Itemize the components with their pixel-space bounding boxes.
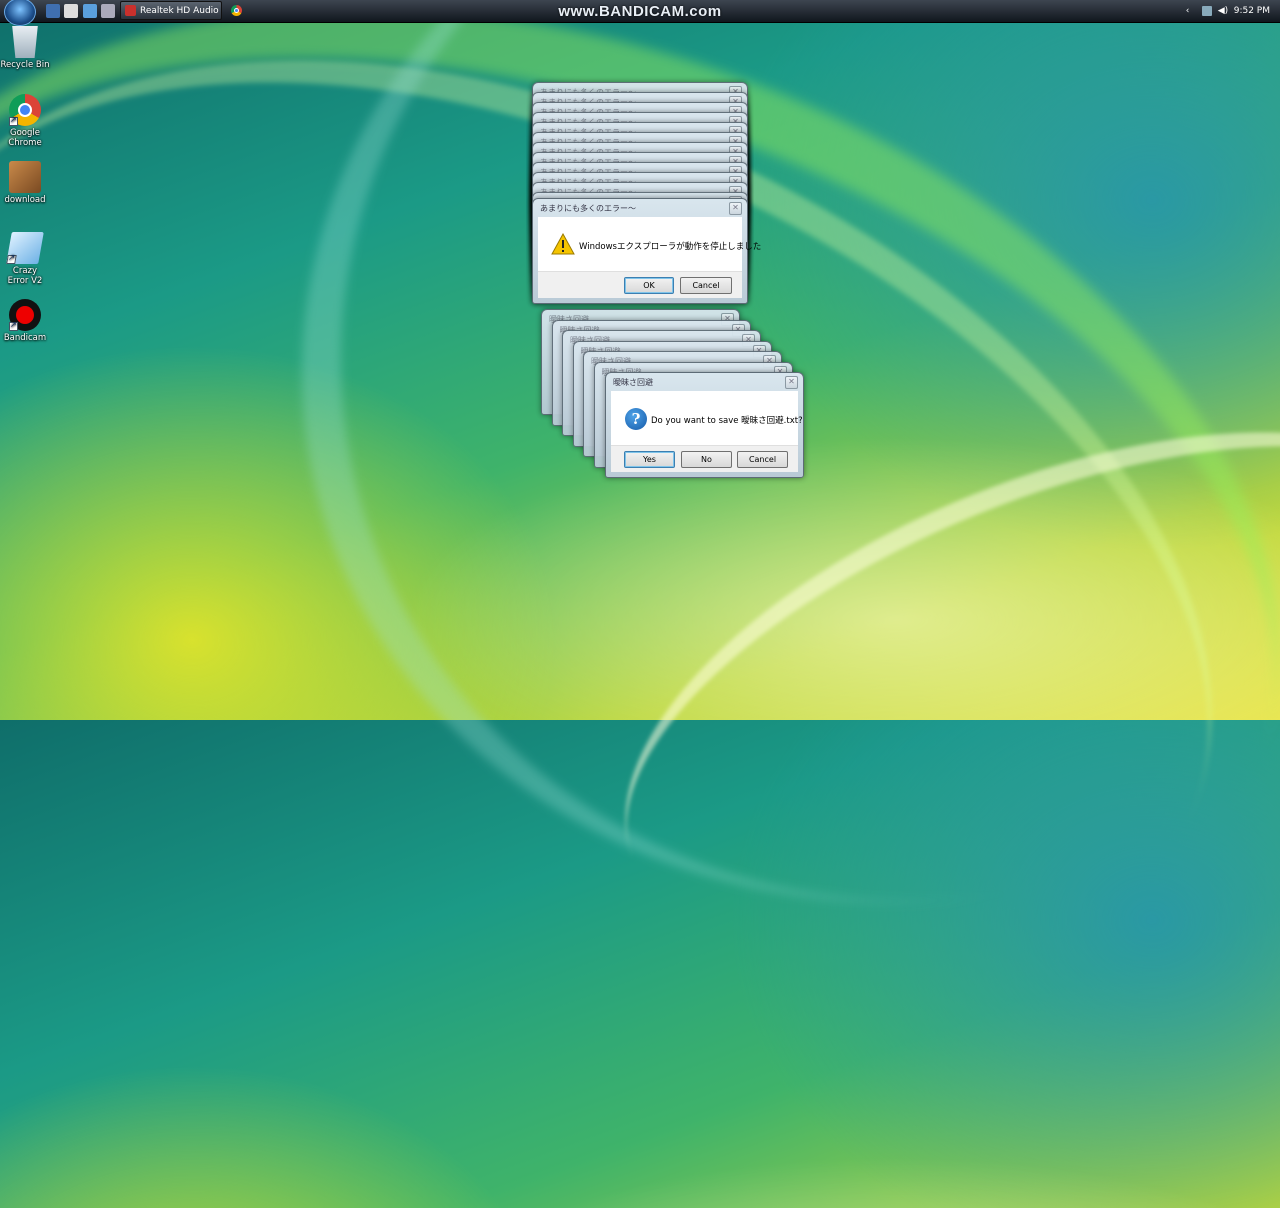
dialog-message: Windowsエクスプローラが動作を停止しました: [579, 242, 762, 252]
title-bar[interactable]: 曖昧さ回避 ✕: [606, 373, 803, 391]
image-file-icon: [9, 161, 41, 193]
error-dialog: あまりにも多くのエラー〜 ✕ Windowsエクスプローラが動作を停止しました …: [532, 198, 761, 304]
start-orb-icon[interactable]: [4, 0, 36, 26]
chevron-left-icon[interactable]: ‹: [1186, 6, 1196, 16]
ok-button[interactable]: OK: [624, 277, 674, 294]
yes-button[interactable]: Yes: [624, 451, 675, 468]
realtek-icon: [125, 5, 136, 16]
desktop-icon-label: download: [4, 195, 46, 205]
desktop-icon-label: Crazy Error V2: [7, 266, 43, 286]
bandicam-watermark: www.BANDICAM.com: [558, 3, 722, 20]
desktop-icon-label: Google Chrome: [8, 128, 42, 148]
warning-icon: [551, 233, 575, 255]
desktop-icon-label: Bandicam: [3, 333, 47, 343]
taskbar: Realtek HD Audio M... www.BANDICAM.com ‹…: [0, 0, 1280, 26]
dialog-message: Do you want to save 曖昧さ回避.txt?: [651, 416, 803, 426]
task-button-realtek[interactable]: Realtek HD Audio M...: [120, 1, 222, 20]
task-button-label: Realtek HD Audio M...: [140, 5, 221, 16]
question-icon: ?: [625, 408, 647, 430]
desktop-icon-recycle-bin[interactable]: Recycle Bin: [0, 26, 55, 70]
system-tray: ‹ ◀) 9:52 PM: [1186, 0, 1280, 22]
volume-icon[interactable]: ◀): [1218, 6, 1228, 16]
clock[interactable]: 9:52 PM: [1234, 6, 1270, 16]
chrome-taskbar-icon[interactable]: [231, 5, 242, 16]
app-icon: [6, 232, 44, 264]
desktop-icon-label: Recycle Bin: [0, 60, 50, 70]
cancel-button[interactable]: Cancel: [737, 451, 788, 468]
show-desktop-icon[interactable]: [46, 4, 60, 18]
close-icon[interactable]: ✕: [785, 376, 798, 389]
no-button[interactable]: No: [681, 451, 732, 468]
desktop-icon-crazy-error[interactable]: Crazy Error V2: [0, 232, 55, 286]
calendar-icon[interactable]: [64, 4, 78, 18]
close-icon[interactable]: ✕: [729, 202, 742, 215]
cancel-button[interactable]: Cancel: [680, 277, 732, 294]
chrome-icon: [9, 94, 41, 126]
ie-icon[interactable]: [83, 4, 97, 18]
dialog-title: 曖昧さ回避: [613, 378, 653, 387]
desktop-icon-chrome[interactable]: Google Chrome: [0, 94, 55, 148]
network-icon[interactable]: [1201, 6, 1212, 16]
speaker-icon[interactable]: [101, 4, 115, 18]
desktop-icon-bandicam[interactable]: Bandicam: [0, 299, 55, 343]
dialog-title: あまりにも多くのエラー〜: [540, 204, 636, 213]
recycle-bin-icon: [12, 26, 38, 58]
bandicam-icon: [9, 299, 41, 331]
desktop-icon-download[interactable]: download: [0, 161, 55, 205]
title-bar[interactable]: あまりにも多くのエラー〜 ✕: [533, 199, 747, 217]
save-dialog: 曖昧さ回避 ✕ ? Do you want to save 曖昧さ回避.txt?…: [605, 372, 804, 478]
